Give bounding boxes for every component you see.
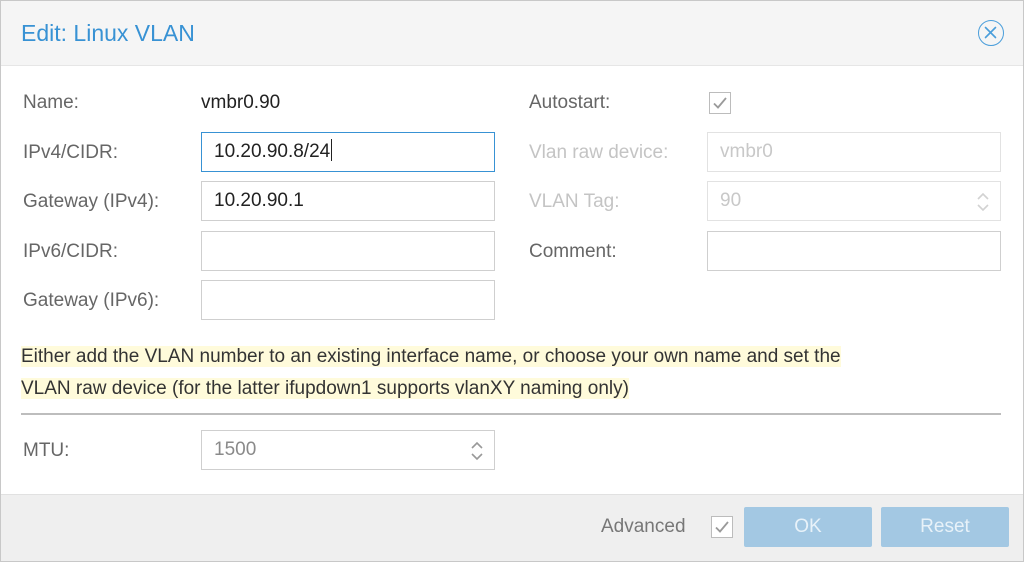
gateway-ipv6-input[interactable] xyxy=(201,280,495,320)
ipv6-cidr-input[interactable] xyxy=(201,231,495,271)
check-icon xyxy=(713,97,727,109)
gateway-ipv4-label: Gateway (IPv4): xyxy=(23,191,160,212)
advanced-divider xyxy=(21,413,1001,415)
mtu-label: MTU: xyxy=(23,440,70,461)
gateway-ipv4-input[interactable]: 10.20.90.1 xyxy=(201,181,495,221)
close-button[interactable] xyxy=(978,20,1004,46)
ok-button[interactable]: OK xyxy=(744,507,872,547)
hint-line-2: VLAN raw device (for the latter ifupdown… xyxy=(21,378,629,399)
ipv6-label: IPv6/CIDR: xyxy=(23,241,119,262)
advanced-label: Advanced xyxy=(601,516,686,537)
name-value: vmbr0.90 xyxy=(201,92,281,113)
edit-linux-vlan-dialog: Edit: Linux VLAN Name: vmbr0.90 IPv4/CID… xyxy=(0,0,1024,562)
vlan-raw-device-value: vmbr0 xyxy=(720,141,773,162)
mtu-value: 1500 xyxy=(214,439,257,460)
dialog-footer: Advanced OK Reset xyxy=(1,494,1023,561)
vlan-naming-hint: Either add the VLAN number to an existin… xyxy=(21,341,983,405)
ipv4-cidr-value: 10.20.90.8/24 xyxy=(214,141,331,162)
dialog-title: Edit: Linux VLAN xyxy=(21,20,195,46)
check-icon xyxy=(715,521,729,533)
autostart-checkbox[interactable] xyxy=(709,92,731,114)
dialog-titlebar[interactable]: Edit: Linux VLAN xyxy=(1,1,1023,66)
hint-line-1: Either add the VLAN number to an existin… xyxy=(21,346,841,367)
advanced-checkbox[interactable] xyxy=(711,516,733,538)
vlan-tag-spinner[interactable]: 90 xyxy=(707,181,1001,221)
comment-label: Comment: xyxy=(529,241,617,262)
up-down-chevron-icon[interactable] xyxy=(470,439,484,463)
close-icon xyxy=(984,26,997,39)
vlan-raw-device-input[interactable]: vmbr0 xyxy=(707,132,1001,172)
gateway-ipv6-label: Gateway (IPv6): xyxy=(23,290,160,311)
vlan-tag-label: VLAN Tag: xyxy=(529,191,620,212)
up-down-chevron-icon[interactable] xyxy=(976,190,990,214)
ipv4-cidr-input[interactable]: 10.20.90.8/24 xyxy=(201,132,495,172)
name-label: Name: xyxy=(23,92,79,113)
text-caret xyxy=(331,139,333,162)
vlan-tag-value: 90 xyxy=(720,190,742,211)
comment-input[interactable] xyxy=(707,231,1001,271)
mtu-spinner[interactable]: 1500 xyxy=(201,430,495,470)
autostart-label: Autostart: xyxy=(529,92,611,113)
reset-button[interactable]: Reset xyxy=(881,507,1009,547)
ipv4-label: IPv4/CIDR: xyxy=(23,142,119,163)
vlan-raw-device-label: Vlan raw device: xyxy=(529,142,669,163)
gateway-ipv4-value: 10.20.90.1 xyxy=(214,190,304,211)
